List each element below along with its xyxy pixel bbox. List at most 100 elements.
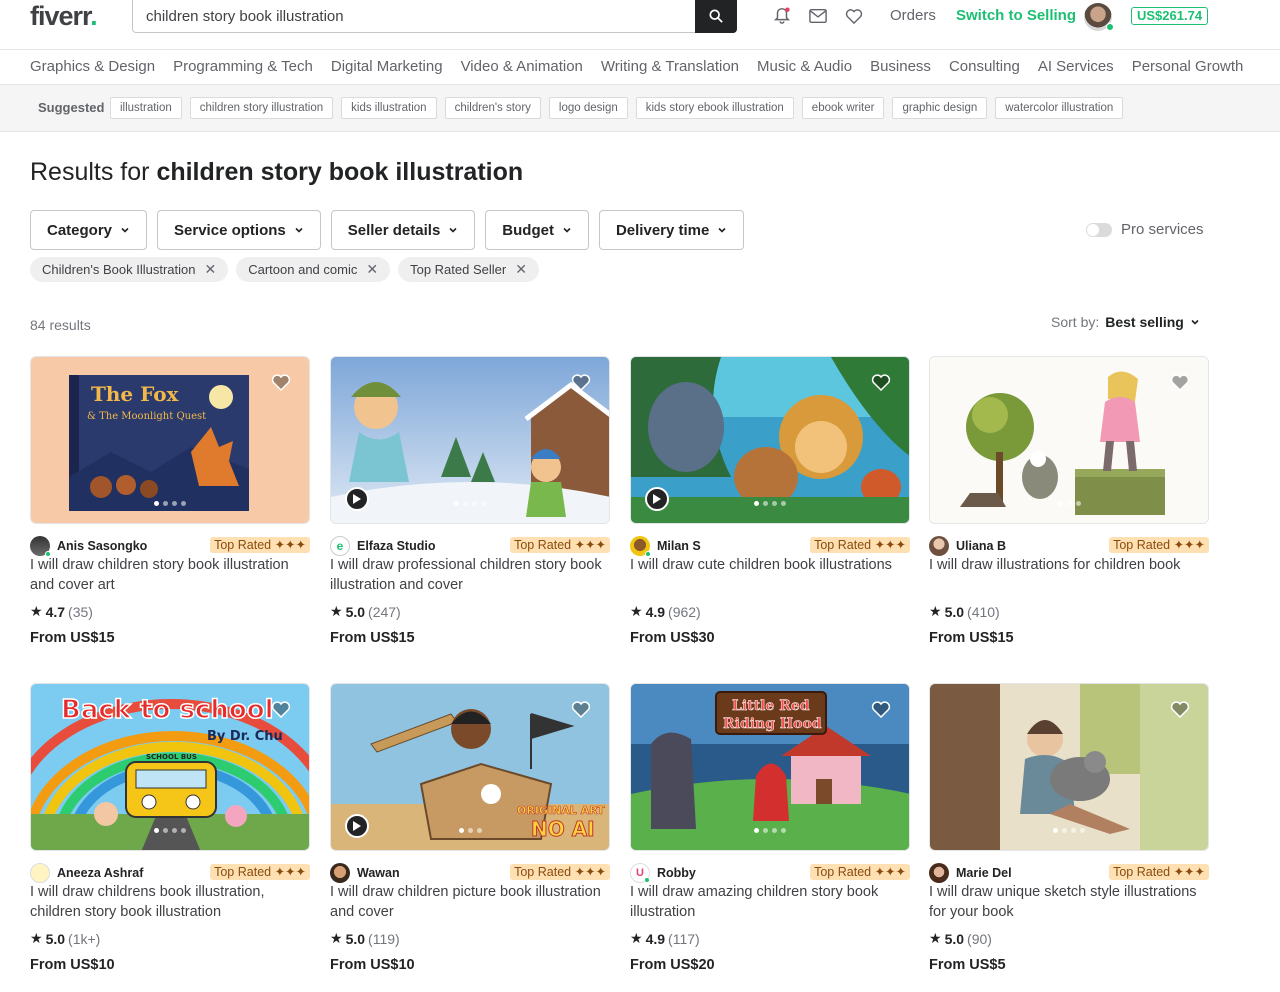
gig-title[interactable]: I will draw children picture book illust… [330,882,610,922]
gig-image[interactable] [330,356,610,524]
search-bar[interactable]: children story book illustration [132,0,737,33]
seller-name[interactable]: Aneeza Ashraf [57,866,143,880]
search-button[interactable] [695,0,737,33]
seller-info[interactable]: Aneeza Ashraf [30,863,143,883]
seller-info[interactable]: Milan S [630,536,701,557]
sort-dropdown[interactable]: Sort by: Best selling [1051,314,1200,330]
toggle-switch[interactable] [1086,222,1112,237]
category-link[interactable]: Digital Marketing [331,58,443,75]
gig-price[interactable]: From US$5 [929,957,1006,973]
heart-icon[interactable] [871,373,893,393]
seller-info[interactable]: Uliana B [929,536,1006,556]
bell-icon[interactable] [771,5,793,27]
seller-info[interactable]: Anis Sasongko [30,536,147,557]
gig-title[interactable]: I will draw professional children story … [330,555,610,595]
gig-price[interactable]: From US$30 [630,630,715,646]
play-icon[interactable] [345,814,369,838]
mail-icon[interactable] [807,5,829,27]
carousel-dots[interactable] [930,828,1208,833]
seller-name[interactable]: Wawan [357,866,400,880]
heart-icon[interactable] [871,700,893,720]
gig-title[interactable]: I will draw amazing children story book … [630,882,910,922]
seller-name[interactable]: Marie Del [956,866,1012,880]
heart-icon[interactable] [843,5,865,27]
gig-image[interactable]: SCHOOL BUS Back to school By Dr. Chu [30,683,310,851]
category-link[interactable]: Programming & Tech [173,58,313,75]
suggested-tag[interactable]: kids story ebook illustration [635,97,794,119]
heart-icon[interactable] [571,700,593,720]
suggested-tag[interactable]: illustration [110,97,182,119]
suggested-tag[interactable]: watercolor illustration [995,97,1124,119]
suggested-tag[interactable]: graphic design [892,97,988,119]
gig-price[interactable]: From US$10 [330,957,415,973]
heart-icon[interactable] [271,373,293,393]
filter-dropdown[interactable]: Budget [485,210,589,250]
heart-icon[interactable] [571,373,593,393]
gig-price[interactable]: From US$10 [30,957,115,973]
fiverr-logo[interactable]: fiverr. [30,1,98,32]
category-link[interactable]: Personal Growth [1132,58,1244,75]
filter-dropdown[interactable]: Delivery time [598,210,745,250]
gig-title[interactable]: I will draw illustrations for children b… [929,555,1209,575]
carousel-dots[interactable] [31,828,309,833]
seller-name[interactable]: Elfaza Studio [357,539,435,553]
carousel-dots[interactable] [31,501,309,506]
category-link[interactable]: Graphics & Design [30,58,155,75]
close-icon[interactable]: ✕ [205,261,217,278]
balance-badge[interactable]: US$261.74 [1131,7,1209,25]
seller-name[interactable]: Uliana B [956,539,1006,553]
seller-info[interactable]: Marie Del [929,863,1012,883]
gig-title[interactable]: I will draw childrens book illustration,… [30,882,310,922]
carousel-dots[interactable] [331,501,609,506]
gig-price[interactable]: From US$15 [929,630,1014,646]
category-link[interactable]: Music & Audio [757,58,852,75]
seller-info[interactable]: Wawan [330,863,400,883]
category-link[interactable]: AI Services [1038,58,1114,75]
gig-image[interactable] [630,356,910,524]
carousel-dots[interactable] [331,828,609,833]
switch-to-selling-link[interactable]: Switch to Selling [956,7,1076,24]
category-link[interactable]: Consulting [949,58,1020,75]
suggested-tag[interactable]: logo design [548,97,628,119]
seller-name[interactable]: Anis Sasongko [57,539,147,553]
carousel-dots[interactable] [631,501,909,506]
carousel-dots[interactable] [631,828,909,833]
gig-price[interactable]: From US$15 [330,630,415,646]
suggested-tag[interactable]: children's story [444,97,541,119]
play-icon[interactable] [345,487,369,511]
filter-dropdown[interactable]: Category [30,210,148,250]
heart-icon[interactable] [271,700,293,720]
orders-link[interactable]: Orders [890,7,936,24]
gig-image[interactable]: The Fox & The Moonlight Quest [30,356,310,524]
suggested-tag[interactable]: kids illustration [341,97,437,119]
gig-title[interactable]: I will draw cute children book illustrat… [630,555,910,575]
gig-price[interactable]: From US$15 [30,630,115,646]
category-link[interactable]: Writing & Translation [601,58,739,75]
category-link[interactable]: Business [870,58,931,75]
heart-icon[interactable] [1170,700,1192,720]
suggested-tag[interactable]: children story illustration [189,97,334,119]
seller-info[interactable]: e Elfaza Studio [330,536,435,556]
close-icon[interactable]: ✕ [366,261,378,278]
suggested-tag[interactable]: ebook writer [801,97,885,119]
search-input[interactable]: children story book illustration [133,0,695,32]
play-icon[interactable] [645,487,669,511]
pro-services-toggle[interactable]: Pro services [1086,221,1204,238]
category-link[interactable]: Video & Animation [461,58,583,75]
gig-image[interactable] [929,683,1209,851]
seller-name[interactable]: Milan S [657,539,701,553]
user-avatar[interactable] [1084,3,1114,31]
seller-info[interactable]: U Robby [630,863,696,883]
filter-dropdown[interactable]: Seller details [330,210,476,250]
gig-image[interactable]: Little Red Riding Hood [630,683,910,851]
gig-title[interactable]: I will draw children story book illustra… [30,555,310,595]
gig-image[interactable] [929,356,1209,524]
gig-image[interactable]: ORIGINAL ART NO AI [330,683,610,851]
gig-price[interactable]: From US$20 [630,957,715,973]
carousel-dots[interactable] [930,501,1208,506]
gig-title[interactable]: I will draw unique sketch style illustra… [929,882,1209,922]
heart-icon[interactable] [1170,373,1192,393]
close-icon[interactable]: ✕ [515,261,527,278]
filter-dropdown[interactable]: Service options [157,210,321,250]
seller-name[interactable]: Robby [657,866,696,880]
